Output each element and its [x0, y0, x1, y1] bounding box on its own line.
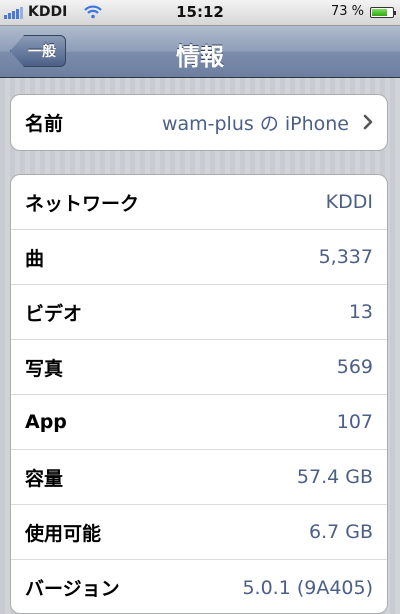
info-row-network: ネットワーク KDDI [11, 175, 387, 230]
battery-percent: 73 % [330, 4, 364, 19]
info-row-value: 5.0.1 (9A405) [242, 576, 373, 599]
name-group: 名前 wam-plus の iPhone [10, 94, 388, 151]
info-row-value: 13 [348, 301, 373, 323]
info-row-value: 569 [336, 356, 373, 378]
page-title: 情報 [176, 43, 224, 71]
info-group: ネットワーク KDDI 曲 5,337 ビデオ 13 写真 569 App 10… [10, 174, 388, 614]
info-row-label: 写真 [25, 357, 64, 380]
status-bar: KDDI 15:12 73 % [0, 0, 400, 26]
info-row-photos: 写真 569 [11, 340, 387, 395]
info-row-label: App [25, 411, 67, 433]
info-row-version: バージョン 5.0.1 (9A405) [11, 560, 387, 613]
info-row-capacity: 容量 57.4 GB [11, 450, 387, 505]
name-row[interactable]: 名前 wam-plus の iPhone [11, 95, 387, 150]
info-row-videos: ビデオ 13 [11, 285, 387, 340]
info-row-value: KDDI [325, 191, 373, 213]
info-row-songs: 曲 5,337 [11, 230, 387, 285]
info-row-value: 107 [336, 411, 373, 433]
info-row-value: 57.4 GB [296, 466, 373, 488]
info-row-label: 曲 [25, 247, 45, 270]
info-row-label: 使用可能 [25, 522, 102, 545]
chevron-right-icon [363, 114, 373, 134]
info-row-label: ネットワーク [25, 192, 140, 215]
battery-fill [372, 9, 387, 16]
info-row-apps: App 107 [11, 395, 387, 450]
info-row-value: 5,337 [318, 246, 373, 268]
info-row-label: ビデオ [25, 302, 83, 325]
info-row-available: 使用可能 6.7 GB [11, 505, 387, 560]
name-row-label: 名前 [25, 113, 64, 135]
info-row-label: 容量 [25, 467, 64, 490]
info-row-value: 6.7 GB [308, 521, 373, 543]
navigation-bar: 一般 情報 [0, 26, 400, 78]
battery-icon [370, 7, 396, 18]
info-row-label: バージョン [25, 578, 120, 600]
name-row-value: wam-plus の iPhone [161, 113, 349, 135]
